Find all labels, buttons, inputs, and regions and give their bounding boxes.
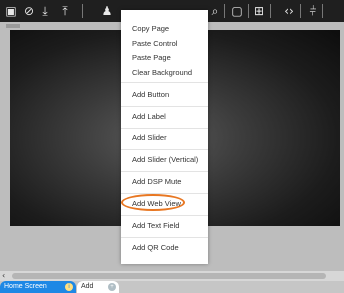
toolbar-separator <box>300 4 301 18</box>
tab-label: Add <box>81 283 94 290</box>
code-icon[interactable]: ‹› <box>282 4 296 18</box>
scroll-left-icon[interactable]: ‹ <box>2 271 5 281</box>
sliders-icon[interactable]: ⫩ <box>306 4 320 18</box>
menu-divider <box>121 106 208 107</box>
person-icon[interactable]: ♟ <box>100 4 114 18</box>
tablet-icon[interactable]: ▢ <box>230 4 244 18</box>
plus-icon[interactable]: + <box>108 283 116 291</box>
menu-divider <box>121 149 208 150</box>
toolbar-separator <box>248 4 249 18</box>
tab-add[interactable]: Add + <box>77 281 119 293</box>
menu-divider <box>121 128 208 129</box>
highlight-ellipse <box>121 194 185 211</box>
horizontal-scrollbar[interactable]: ‹ <box>0 271 344 281</box>
tab-label: Home Screen <box>4 283 47 290</box>
horizontal-scroll-thumb[interactable] <box>12 273 326 279</box>
toolbar-separator <box>224 4 225 18</box>
grid-icon[interactable]: ⊞ <box>252 4 266 18</box>
toolbar-separator <box>270 4 271 18</box>
toolbar-separator <box>322 4 323 18</box>
page-tab-bar: Home Screen i Add + <box>0 281 344 293</box>
tab-home-screen[interactable]: Home Screen i <box>0 281 76 293</box>
download-icon[interactable]: ⤓ <box>38 4 52 18</box>
toolbar-scroll-thumb[interactable] <box>6 24 20 28</box>
menu-divider <box>121 82 208 83</box>
info-icon[interactable]: i <box>65 283 73 291</box>
search-icon[interactable]: ⌕ <box>208 4 222 18</box>
menu-divider <box>121 237 208 238</box>
no-entry-icon[interactable]: ⊘ <box>22 4 36 18</box>
menu-divider <box>121 171 208 172</box>
screen-icon[interactable]: ▣ <box>4 4 18 18</box>
upload-icon[interactable]: ⤒ <box>58 4 72 18</box>
toolbar-separator <box>82 4 83 18</box>
menu-divider <box>121 215 208 216</box>
context-menu: Copy Page Paste Control Paste Page Clear… <box>121 10 208 264</box>
